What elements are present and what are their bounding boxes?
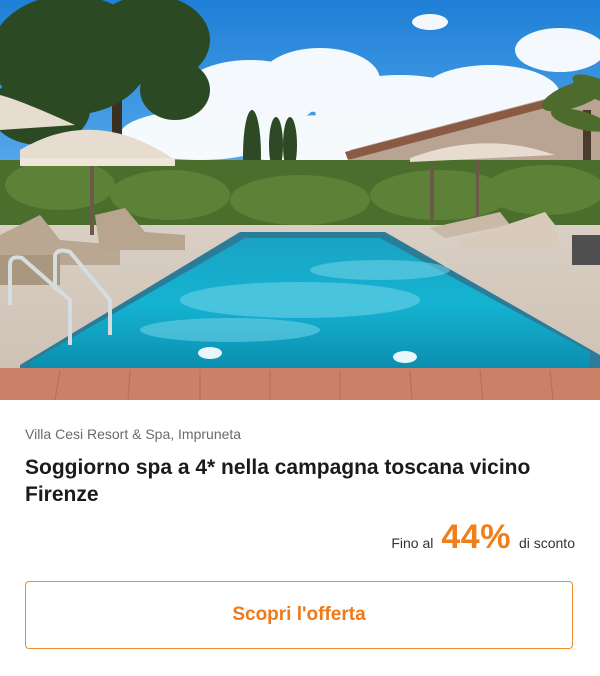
offer-title[interactable]: Soggiorno spa a 4* nella campagna toscan… <box>25 454 575 508</box>
discount-suffix: di sconto <box>518 535 575 551</box>
hero-photo[interactable] <box>0 0 600 400</box>
discount-badge: Fino al 44% di sconto <box>391 518 575 564</box>
discount-prefix: Fino al <box>391 535 434 551</box>
discover-offer-button[interactable]: Scopri l'offerta <box>25 581 573 649</box>
hotel-location: Villa Cesi Resort & Spa, Impruneta <box>25 426 242 442</box>
pool-photo <box>0 0 600 400</box>
discount-value: 44% <box>441 518 511 556</box>
offer-card[interactable]: Villa Cesi Resort & Spa, Impruneta Soggi… <box>0 0 600 676</box>
